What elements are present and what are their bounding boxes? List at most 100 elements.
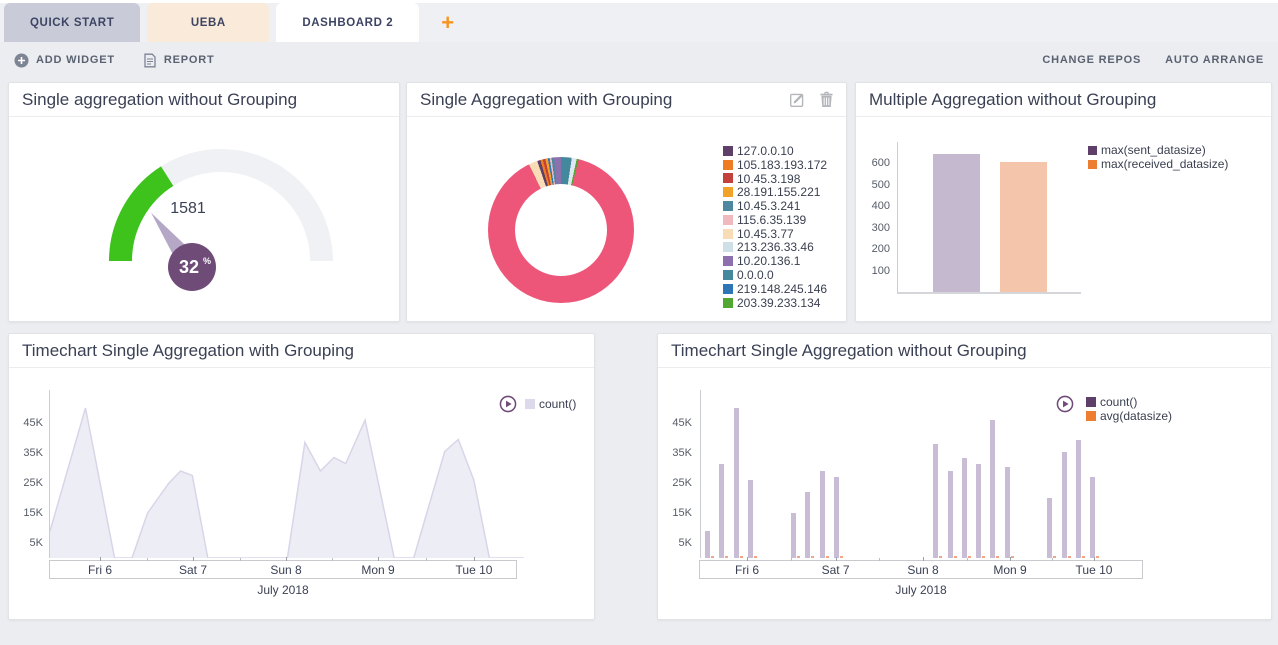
gauge-svg[interactable]: 1581 32 % xyxy=(9,117,397,321)
legend-item[interactable]: count() xyxy=(525,397,576,411)
x-tick-label: Fri 6 xyxy=(88,563,112,577)
legend-item[interactable]: 10.45.3.198 xyxy=(723,172,827,186)
bar-plot[interactable] xyxy=(700,390,1144,558)
bar-secondary[interactable] xyxy=(826,556,829,558)
tab-dashboard-2[interactable]: DASHBOARD 2 xyxy=(276,3,419,42)
widget-title: Multiple Aggregation without Grouping xyxy=(869,90,1156,110)
legend-item[interactable]: 0.0.0.0 xyxy=(723,268,827,282)
legend-item[interactable]: 28.191.155.221 xyxy=(723,185,827,199)
legend-swatch xyxy=(1086,397,1096,407)
legend-label: max(sent_datasize) xyxy=(1101,143,1206,157)
add-tab-button[interactable]: + xyxy=(441,3,454,42)
bar-secondary[interactable] xyxy=(711,556,714,558)
y-tick-label: 100 xyxy=(856,265,890,277)
legend-item[interactable]: 127.0.0.10 xyxy=(723,144,827,158)
bar-secondary[interactable] xyxy=(1082,556,1085,558)
x-axis-caption: July 2018 xyxy=(257,583,308,597)
bar[interactable] xyxy=(933,154,980,292)
bar[interactable] xyxy=(791,513,796,558)
legend-item[interactable]: 219.148.245.146 xyxy=(723,282,827,296)
bar[interactable] xyxy=(820,471,825,558)
legend-item[interactable]: 203.39.233.134 xyxy=(723,296,827,310)
legend-label: 213.236.33.46 xyxy=(737,240,814,254)
legend-item[interactable]: max(received_datasize) xyxy=(1088,157,1228,171)
time-range-bar[interactable]: Fri 6Sat 7Sun 8Mon 9Tue 10 xyxy=(699,560,1143,579)
bar[interactable] xyxy=(1005,467,1010,559)
trash-icon[interactable] xyxy=(819,91,834,108)
bar-secondary[interactable] xyxy=(968,556,971,558)
auto-arrange-button[interactable]: AUTO ARRANGE xyxy=(1165,54,1264,66)
add-widget-button[interactable]: ADD WIDGET xyxy=(14,53,115,68)
report-button[interactable]: REPORT xyxy=(143,53,215,68)
area-series-svg xyxy=(50,390,524,558)
legend-label: avg(datasize) xyxy=(1100,409,1172,423)
gauge-percent-unit: % xyxy=(203,256,211,266)
legend-item[interactable]: 10.45.3.241 xyxy=(723,199,827,213)
bar[interactable] xyxy=(834,477,839,558)
legend-item[interactable]: avg(datasize) xyxy=(1086,409,1172,423)
bar[interactable] xyxy=(990,420,995,558)
change-repos-button[interactable]: CHANGE REPOS xyxy=(1042,54,1141,66)
bar[interactable] xyxy=(1000,162,1047,293)
bar-secondary[interactable] xyxy=(939,556,942,558)
bar[interactable] xyxy=(1090,477,1095,558)
widget-title: Single aggregation without Grouping xyxy=(22,90,297,110)
gauge-percent-text: 32 xyxy=(179,257,199,277)
legend-label: max(received_datasize) xyxy=(1101,157,1228,171)
y-tick-label: 600 xyxy=(856,157,890,169)
bar[interactable] xyxy=(748,480,753,558)
legend-item[interactable]: count() xyxy=(1086,395,1172,409)
x-tick-label: Sat 7 xyxy=(179,563,207,577)
legend-item[interactable]: 105.183.193.172 xyxy=(723,158,827,172)
bar-secondary[interactable] xyxy=(1011,556,1014,558)
bar-secondary[interactable] xyxy=(1096,556,1099,558)
time-range-bar[interactable]: Fri 6Sat 7Sun 8Mon 9Tue 10 xyxy=(49,560,517,579)
bar-secondary[interactable] xyxy=(797,556,800,558)
bar-secondary[interactable] xyxy=(740,556,743,558)
bar[interactable] xyxy=(705,531,710,558)
bar[interactable] xyxy=(719,464,724,559)
legend-item[interactable]: 10.20.136.1 xyxy=(723,254,827,268)
legend-label: 115.6.35.139 xyxy=(737,213,806,227)
bar-secondary[interactable] xyxy=(754,556,757,558)
bar[interactable] xyxy=(962,458,967,559)
bar-secondary[interactable] xyxy=(725,556,728,558)
legend-swatch xyxy=(723,173,733,183)
y-tick-label: 35K xyxy=(658,447,692,459)
legend-item[interactable]: 115.6.35.139 xyxy=(723,213,827,227)
legend-item[interactable]: 213.236.33.46 xyxy=(723,241,827,255)
legend-item[interactable]: max(sent_datasize) xyxy=(1088,143,1228,157)
legend-swatch xyxy=(723,298,733,308)
bar-secondary[interactable] xyxy=(811,556,814,558)
bar[interactable] xyxy=(976,464,981,559)
play-button[interactable] xyxy=(1056,395,1074,413)
tab-quick-start[interactable]: QUICK START xyxy=(4,3,140,42)
tab-ueba[interactable]: UEBA xyxy=(147,3,269,42)
bar[interactable] xyxy=(1076,440,1081,559)
y-tick-label: 45K xyxy=(9,417,43,429)
bar[interactable] xyxy=(933,444,938,558)
bar[interactable] xyxy=(1047,498,1052,558)
bar[interactable] xyxy=(1062,452,1067,559)
bar-secondary[interactable] xyxy=(982,556,985,558)
play-button[interactable] xyxy=(499,395,517,413)
bar-secondary[interactable] xyxy=(1053,556,1056,558)
add-circle-icon xyxy=(14,53,29,68)
area-plot[interactable] xyxy=(49,390,524,558)
bar-secondary[interactable] xyxy=(954,556,957,558)
legend-label: 105.183.193.172 xyxy=(737,158,827,172)
bar-secondary[interactable] xyxy=(1068,556,1071,558)
gauge-chart: 1581 32 % xyxy=(9,117,399,326)
bar[interactable] xyxy=(734,408,739,558)
bar[interactable] xyxy=(805,492,810,558)
bar[interactable] xyxy=(948,471,953,558)
bar-plot-area[interactable] xyxy=(897,142,1081,294)
tab-list: QUICK STARTUEBADASHBOARD 2 xyxy=(4,3,419,42)
bar-secondary[interactable] xyxy=(996,556,999,558)
legend-label: 219.148.245.146 xyxy=(737,282,827,296)
legend-item[interactable]: 10.45.3.77 xyxy=(723,227,827,241)
legend-swatch xyxy=(525,399,535,409)
edit-pencil-icon[interactable] xyxy=(789,91,806,108)
y-tick-label: 300 xyxy=(856,222,890,234)
bar-secondary[interactable] xyxy=(840,556,843,558)
